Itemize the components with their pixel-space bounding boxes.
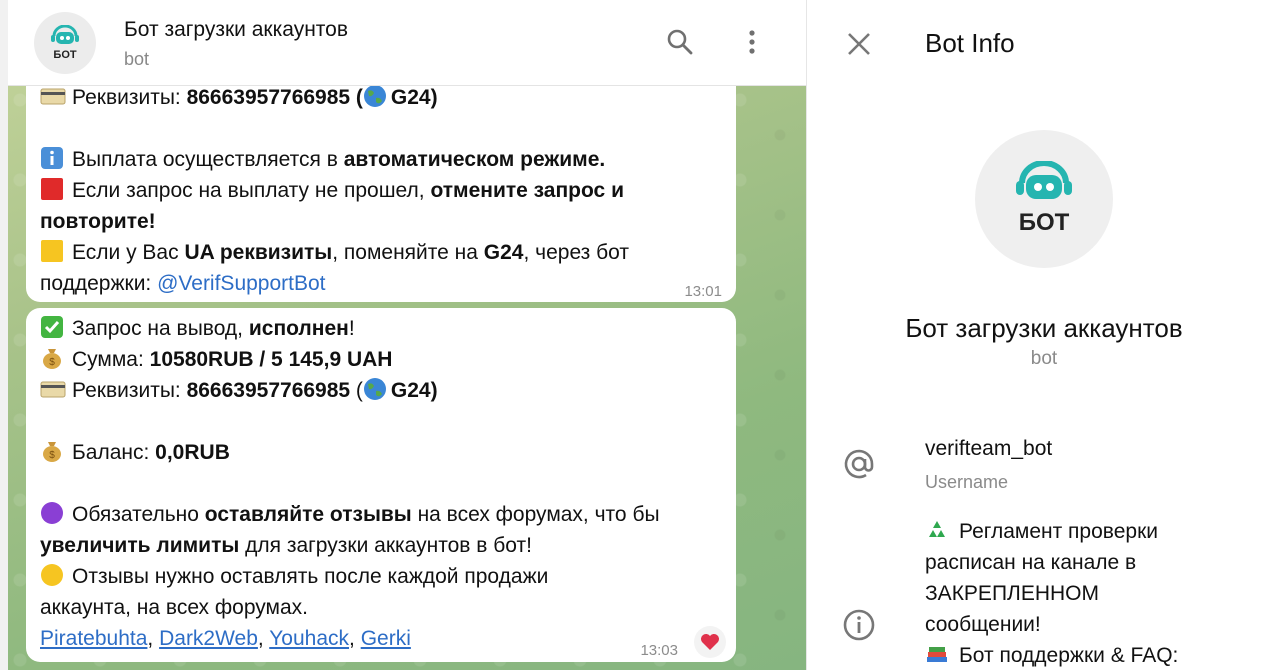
check-mark-icon xyxy=(40,315,66,339)
message-bubble[interactable]: Реквизиты: 86663957766985 (G24) Выплата … xyxy=(26,60,736,302)
chat-title[interactable]: Бот загрузки аккаунтов xyxy=(124,18,348,42)
more-vertical-icon xyxy=(749,30,755,54)
message-line: аккаунта, на всех форумах. xyxy=(40,596,308,619)
message-line: увеличить лимиты для загрузки аккаунтов … xyxy=(40,534,532,557)
credit-card-icon xyxy=(40,377,66,401)
message-time: 13:01 xyxy=(684,283,722,300)
forum-link-gerki[interactable]: Gerki xyxy=(361,627,411,650)
message-line: Отзывы нужно оставлять после каждой прод… xyxy=(40,561,722,592)
message-line: Если у Вас UA реквизиты, поменяйте на G2… xyxy=(40,237,722,268)
message-line: Запрос на вывод, исполнен! xyxy=(40,313,722,344)
message-line: Обязательно оставляйте отзывы на всех фо… xyxy=(40,499,722,530)
message-line: поддержки: @VerifSupportBot xyxy=(40,272,326,295)
message-time: 13:03 xyxy=(640,642,678,659)
at-sign-icon xyxy=(841,446,877,482)
more-options-button[interactable] xyxy=(734,24,770,60)
robot-icon xyxy=(1016,161,1072,199)
svg-text:$: $ xyxy=(49,357,55,368)
description-line: сообщении! xyxy=(925,613,1041,636)
avatar-label: БОТ xyxy=(1018,209,1070,236)
globe-icon xyxy=(363,377,389,401)
info-icon xyxy=(40,146,66,170)
heart-icon xyxy=(701,634,719,650)
globe-icon xyxy=(363,84,389,108)
search-icon xyxy=(667,29,693,55)
description-line: Регламент проверки xyxy=(925,516,1178,547)
bot-avatar-large[interactable]: БОТ xyxy=(975,130,1113,268)
message-line: $ Сумма: 10580RUB / 5 145,9 UAH xyxy=(40,344,722,375)
chat-pane: БОТ Бот загрузки аккаунтов bot Реквизиты… xyxy=(0,0,806,670)
forum-link-youhack[interactable]: Youhack xyxy=(269,627,349,650)
message-line: повторите! xyxy=(40,210,156,233)
bot-info-panel: Bot Info БОТ Бот загрузки аккаунтов bot … xyxy=(806,0,1280,670)
message-line: Выплата осуществляется в автоматическом … xyxy=(40,144,722,175)
description[interactable]: Регламент проверки расписан на канале в … xyxy=(925,516,1178,670)
bot-name: Бот загрузки аккаунтов xyxy=(905,313,1183,343)
username-value[interactable]: verifteam_bot xyxy=(925,433,1052,464)
panel-title: Bot Info xyxy=(925,28,1015,58)
yellow-circle-icon xyxy=(40,563,66,587)
message-line: Если запрос на выплату не прошел, отмени… xyxy=(40,175,722,206)
chat-left-edge xyxy=(0,0,8,670)
forum-links: Piratebuhta, Dark2Web, Youhack, Gerki xyxy=(40,627,411,650)
forum-link-piratebuhta[interactable]: Piratebuhta xyxy=(40,627,147,650)
bot-type: bot xyxy=(1030,348,1058,369)
reaction-badge[interactable] xyxy=(694,626,726,658)
books-icon xyxy=(925,642,951,666)
credit-card-icon xyxy=(40,84,66,108)
chat-subtitle: bot xyxy=(124,49,150,69)
info-circle-icon xyxy=(841,607,877,643)
message-line: $ Баланс: 0,0RUB xyxy=(40,437,722,468)
yellow-square-icon xyxy=(40,239,66,263)
money-bag-icon: $ xyxy=(40,346,66,370)
bot-avatar[interactable]: БОТ xyxy=(34,12,96,74)
message-line: Реквизиты: 86663957766985 (G24) xyxy=(40,82,722,113)
close-icon xyxy=(848,33,870,55)
username-label: Username xyxy=(925,472,1009,492)
description-line: ЗАКРЕПЛЕННОМ xyxy=(925,582,1099,605)
recycle-icon xyxy=(925,518,951,542)
chat-header[interactable]: БОТ Бот загрузки аккаунтов bot xyxy=(8,0,806,86)
purple-circle-icon xyxy=(40,501,66,525)
search-button[interactable] xyxy=(662,24,698,60)
description-line: расписан на канале в xyxy=(925,551,1137,574)
message-line: Реквизиты: 86663957766985 (G24) xyxy=(40,375,722,406)
red-square-icon xyxy=(40,177,66,201)
avatar-label: БОТ xyxy=(53,49,77,61)
forum-link-dark2web[interactable]: Dark2Web xyxy=(159,627,258,650)
robot-icon xyxy=(51,25,79,44)
description-line: Бот поддержки & FAQ: xyxy=(925,640,1178,670)
message-bubble[interactable]: Запрос на вывод, исполнен! $ Сумма: 10580… xyxy=(26,308,736,662)
support-bot-link[interactable]: @VerifSupportBot xyxy=(157,272,325,295)
svg-text:$: $ xyxy=(49,450,55,461)
close-button[interactable] xyxy=(843,28,875,60)
money-bag-icon: $ xyxy=(40,439,66,463)
